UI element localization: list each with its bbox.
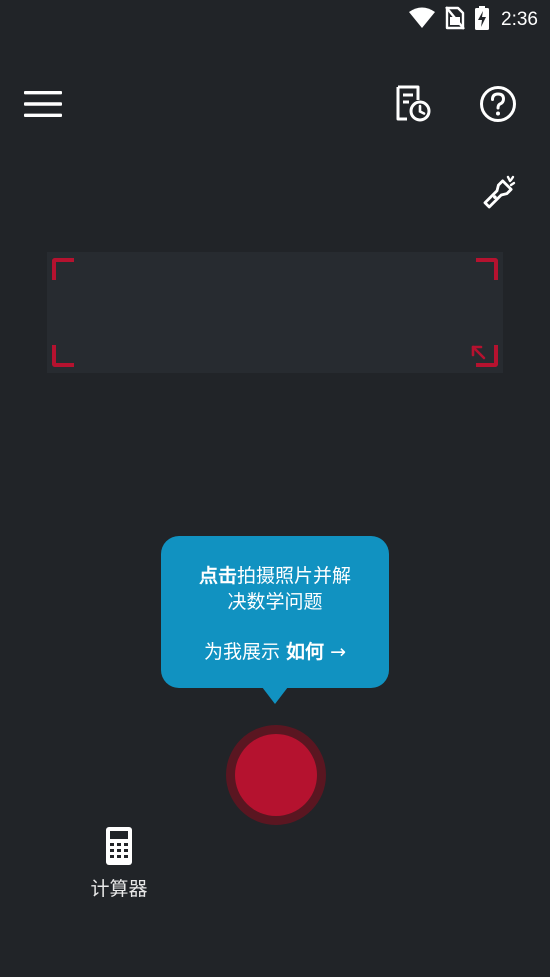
arrow-right-icon: →	[330, 641, 347, 663]
calculator-label: 计算器	[90, 878, 148, 900]
scan-frame[interactable]	[47, 252, 503, 373]
capture-button[interactable]	[226, 725, 326, 825]
status-icons: 2:36	[409, 6, 538, 34]
scan-corner-bottom-left	[52, 345, 74, 367]
calculator-button[interactable]: 计算器	[80, 826, 158, 901]
history-document-icon[interactable]	[390, 84, 434, 124]
hamburger-menu-icon[interactable]	[22, 88, 64, 120]
flashlight-icon[interactable]	[476, 174, 518, 216]
calculator-icon	[105, 827, 133, 870]
tooltip-how: 如何	[286, 641, 325, 663]
scan-corner-top-right	[476, 258, 498, 280]
tooltip-pointer	[262, 687, 288, 704]
show-me-how-link[interactable]: 为我展示 如何 →	[161, 637, 389, 664]
battery-charging-icon	[475, 6, 490, 34]
tooltip-tap-label: 点击	[198, 565, 237, 587]
status-bar: 2:36	[0, 0, 550, 36]
scan-corner-top-left	[52, 258, 74, 280]
no-sim-icon	[445, 6, 465, 34]
tooltip-instruction-line2: 决数学问题	[227, 591, 323, 613]
wifi-icon	[409, 7, 436, 33]
tooltip-show-me: 为我展示	[203, 641, 280, 663]
tooltip-instruction: 点击拍摄照片并解 决数学问题	[161, 563, 389, 615]
tooltip-instruction-rest: 拍摄照片并解	[237, 565, 352, 587]
resize-arrow-icon[interactable]	[469, 343, 489, 363]
capture-button-inner	[235, 734, 317, 816]
status-time: 2:36	[501, 9, 538, 30]
help-circle-icon[interactable]	[478, 84, 518, 124]
instruction-tooltip: 点击拍摄照片并解 决数学问题 为我展示 如何 →	[161, 536, 389, 704]
